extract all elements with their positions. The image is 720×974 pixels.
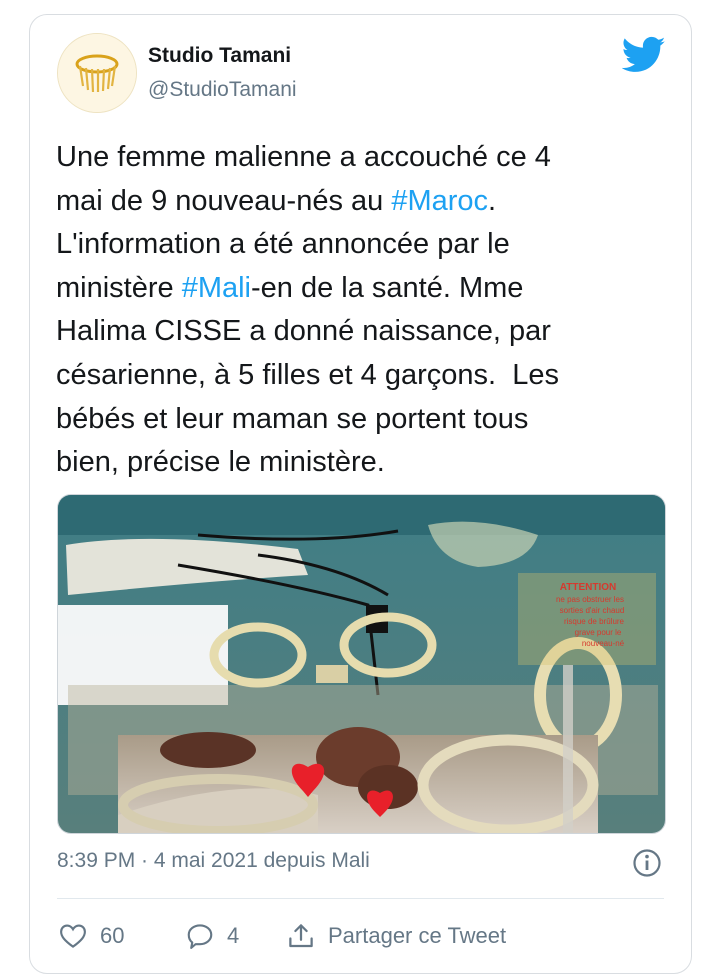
- tweet-text-line: césarienne, à 5 filles et 4 garçons. Les: [56, 354, 666, 398]
- tweet-text-segment: -en de la santé. Mme: [251, 271, 524, 304]
- hashtag-link[interactable]: #Maroc: [391, 185, 488, 217]
- like-button[interactable]: 60: [58, 918, 124, 954]
- studio-tamani-logo: [58, 34, 136, 112]
- tweet-photo[interactable]: ATTENTION ne pas obstruer les sorties d'…: [57, 494, 666, 834]
- tweet-text-segment: césarienne, à 5 filles et 4 garçons. Les: [56, 358, 559, 391]
- tweet-text-segment: ministère: [56, 271, 182, 304]
- reply-count: 4: [227, 923, 240, 948]
- tweet-text-line: L'information a été annoncée par le: [56, 223, 666, 267]
- tweet-text-segment: bébés et leur maman se portent tous: [56, 402, 529, 435]
- tweet-text-segment: bien, précise le ministère.: [56, 446, 385, 479]
- tweet-text-line: mai de 9 nouveau-nés au #Maroc.: [56, 180, 666, 224]
- tweet-text-line: bien, précise le ministère.: [56, 441, 666, 485]
- share-icon: [289, 924, 313, 948]
- divider: [57, 898, 664, 899]
- reply-bubble-icon: [187, 924, 213, 949]
- tweet-text: Une femme malienne a accouché ce 4 mai de…: [56, 136, 666, 485]
- share-button[interactable]: Partager ce Tweet: [286, 918, 506, 954]
- svg-text:risque de brûlure: risque de brûlure: [564, 617, 625, 626]
- svg-text:sorties d'air chaud: sorties d'air chaud: [560, 606, 625, 615]
- avatar[interactable]: [57, 33, 137, 113]
- tweet-text-line: Une femme malienne a accouché ce 4: [56, 136, 666, 180]
- tweet-text-segment: L'information a été annoncée par le: [56, 228, 510, 261]
- svg-text:ne pas obstruer les: ne pas obstruer les: [556, 595, 624, 604]
- tweet-text-line: bébés et leur maman se portent tous: [56, 398, 666, 442]
- tweet-text-segment: Une femme malienne a accouché ce 4: [56, 141, 551, 173]
- author-name[interactable]: Studio Tamani: [148, 44, 291, 68]
- reply-button[interactable]: 4: [185, 918, 239, 954]
- twitter-bird-icon[interactable]: [622, 36, 666, 74]
- tweet-text-segment: .: [488, 184, 497, 217]
- tweet-text-line: Halima CISSE a donné naissance, par: [56, 310, 666, 354]
- tweet-actions: 60 4 Partager ce Tweet: [0, 918, 720, 954]
- svg-text:nouveau-né: nouveau-né: [582, 639, 625, 648]
- tweet-timestamp[interactable]: 8:39 PM · 4 mai 2021 depuis Mali: [57, 849, 370, 873]
- hashtag-link[interactable]: #Mali: [182, 272, 251, 304]
- svg-text:ATTENTION: ATTENTION: [560, 582, 616, 593]
- author-handle[interactable]: @StudioTamani: [148, 78, 297, 102]
- tweet-text-line: ministère #Mali-en de la santé. Mme: [56, 267, 666, 311]
- svg-text:grave pour le: grave pour le: [575, 628, 622, 637]
- tweet-text-segment: Halima CISSE a donné naissance, par: [56, 315, 551, 348]
- tweet-text-segment: mai de 9 nouveau-nés au: [56, 184, 392, 217]
- info-icon[interactable]: [632, 848, 662, 878]
- share-label: Partager ce Tweet: [328, 923, 507, 948]
- incubator-photo: ATTENTION ne pas obstruer les sorties d'…: [58, 495, 665, 833]
- heart-icon: [60, 924, 86, 948]
- like-count: 60: [100, 923, 125, 948]
